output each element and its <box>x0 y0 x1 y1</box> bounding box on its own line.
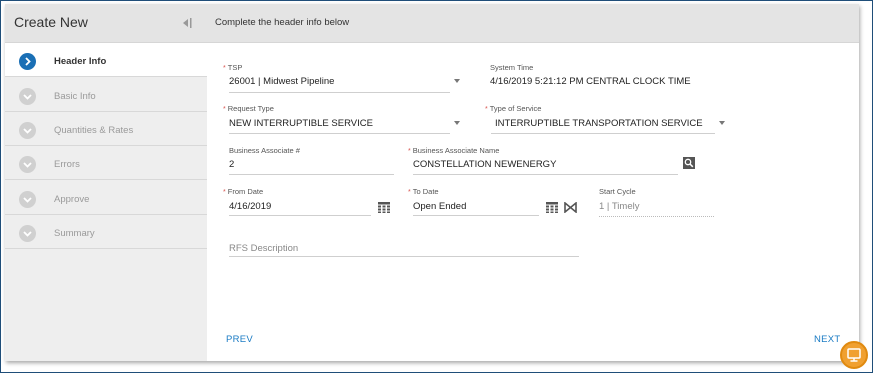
chevron-right-icon <box>19 53 36 70</box>
rfs-description-underline <box>229 256 579 257</box>
business-associate-name-underline <box>413 174 678 175</box>
open-ended-infinity-icon[interactable] <box>564 200 577 218</box>
panel-header: Create New Complete the header info belo… <box>5 4 859 43</box>
type-of-service-dropdown-arrow-icon[interactable] <box>719 121 725 125</box>
rfs-description-input[interactable]: RFS Description <box>229 243 298 254</box>
collapse-left-icon[interactable] <box>181 16 193 28</box>
header-info-form: * TSP 26001 | Midwest Pipeline System Tim… <box>207 43 859 361</box>
chevron-down-icon <box>19 225 36 242</box>
type-of-service-select[interactable]: INTERRUPTIBLE TRANSPORTATION SERVICE <box>495 118 703 129</box>
step-label: Header Info <box>54 56 107 67</box>
step-header-info[interactable]: Header Info <box>5 43 207 77</box>
system-time-value: 4/16/2019 5:21:12 PM CENTRAL CLOCK TIME <box>490 76 691 87</box>
to-date-label: * To Date <box>408 187 439 196</box>
request-type-underline <box>229 133 450 134</box>
business-associate-name-label: * Business Associate Name <box>408 146 500 155</box>
step-label: Quantities & Rates <box>54 125 134 136</box>
tsp-underline <box>229 92 450 93</box>
page-title: Create New <box>14 14 88 30</box>
step-label: Errors <box>54 159 80 170</box>
request-type-select[interactable]: NEW INTERRUPTIBLE SERVICE <box>229 118 373 129</box>
step-summary[interactable]: Summary <box>5 215 207 249</box>
create-new-panel: Create New Complete the header info belo… <box>5 4 859 361</box>
from-date-underline <box>229 215 371 216</box>
tsp-select[interactable]: 26001 | Midwest Pipeline <box>229 76 334 87</box>
tsp-dropdown-arrow-icon[interactable] <box>454 79 460 83</box>
business-associate-num-label: Business Associate # <box>229 146 300 155</box>
step-label: Summary <box>54 228 95 239</box>
calendar-icon[interactable] <box>546 200 558 218</box>
request-type-dropdown-arrow-icon[interactable] <box>454 121 460 125</box>
next-button[interactable]: NEXT <box>814 334 841 345</box>
start-cycle-value: 1 | Timely <box>599 201 640 212</box>
header-instructions: Complete the header info below <box>215 17 350 28</box>
search-icon[interactable] <box>683 156 695 174</box>
type-of-service-label: * Type of Service <box>485 104 542 113</box>
start-cycle-underline <box>599 216 714 217</box>
help-badge-icon[interactable] <box>840 341 868 369</box>
from-date-input[interactable]: 4/16/2019 <box>229 201 271 212</box>
calendar-icon[interactable] <box>378 200 390 218</box>
step-label: Approve <box>54 194 90 205</box>
request-type-label: * Request Type <box>223 104 274 113</box>
chevron-down-icon <box>19 122 36 139</box>
business-associate-num-input[interactable]: 2 <box>229 159 234 170</box>
chevron-down-icon <box>19 88 36 105</box>
step-approve[interactable]: Approve <box>5 181 207 215</box>
step-quantities-rates[interactable]: Quantities & Rates <box>5 112 207 146</box>
business-associate-name-input[interactable]: CONSTELLATION NEWENERGY <box>413 159 556 170</box>
step-errors[interactable]: Errors <box>5 146 207 180</box>
chevron-down-icon <box>19 156 36 173</box>
system-time-label: System Time <box>490 63 534 72</box>
from-date-label: * From Date <box>223 187 264 196</box>
to-date-input[interactable]: Open Ended <box>413 201 466 212</box>
start-cycle-label: Start Cycle <box>599 187 636 196</box>
chevron-down-icon <box>19 191 36 208</box>
to-date-underline <box>413 215 539 216</box>
business-associate-num-underline <box>229 174 394 175</box>
wizard-sidebar: Header Info Basic Info Quantities & Rate… <box>5 43 207 361</box>
tsp-label: * TSP <box>223 63 243 72</box>
prev-button[interactable]: PREV <box>226 334 253 345</box>
type-of-service-underline <box>491 133 715 134</box>
step-label: Basic Info <box>54 91 96 102</box>
step-basic-info[interactable]: Basic Info <box>5 78 207 112</box>
